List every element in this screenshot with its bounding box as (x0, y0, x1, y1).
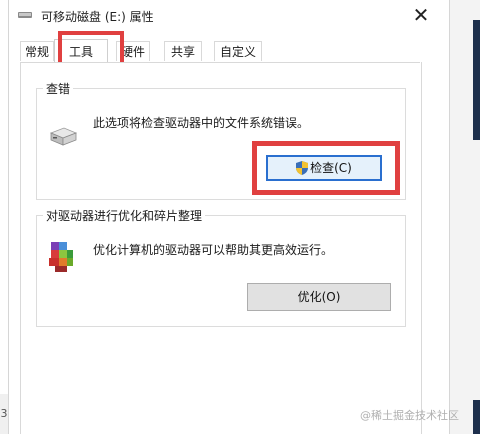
optimize-description: 优化计算机的驱动器可以帮助其更高效运行。 (93, 243, 334, 257)
tab-sharing[interactable]: 共享 (164, 41, 202, 61)
close-button[interactable]: ✕ (408, 3, 434, 29)
background-window-strip (449, 0, 480, 434)
check-button[interactable]: 检查(C) (266, 155, 382, 181)
window-title: 可移动磁盘 (E:) 属性 (41, 10, 154, 24)
error-check-description: 此选项将检查驱动器中的文件系统错误。 (93, 116, 310, 130)
check-button-label: 检查(C) (310, 161, 352, 175)
watermark: @稀土掘金技术社区 (360, 409, 459, 422)
optimize-title: 对驱动器进行优化和碎片整理 (43, 207, 206, 224)
optimize-button[interactable]: 优化(O) (247, 283, 391, 311)
background-scrollbar (473, 20, 480, 140)
tab-general[interactable]: 常规 (20, 41, 54, 61)
drive-icon (49, 127, 78, 146)
title-bar: 可移动磁盘 (E:) 属性 ✕ (8, 0, 448, 32)
background-window-edge: 3 (0, 394, 8, 434)
close-icon: ✕ (412, 3, 430, 27)
tab-divider (20, 62, 420, 63)
background-scrollbar-lower (473, 400, 480, 434)
tab-customize[interactable]: 自定义 (214, 41, 262, 61)
defrag-icon (49, 242, 73, 272)
optimize-button-label: 优化(O) (297, 290, 341, 304)
error-check-title: 查错 (43, 80, 74, 97)
uac-shield-icon (296, 161, 309, 175)
drive-title-icon (18, 12, 32, 18)
